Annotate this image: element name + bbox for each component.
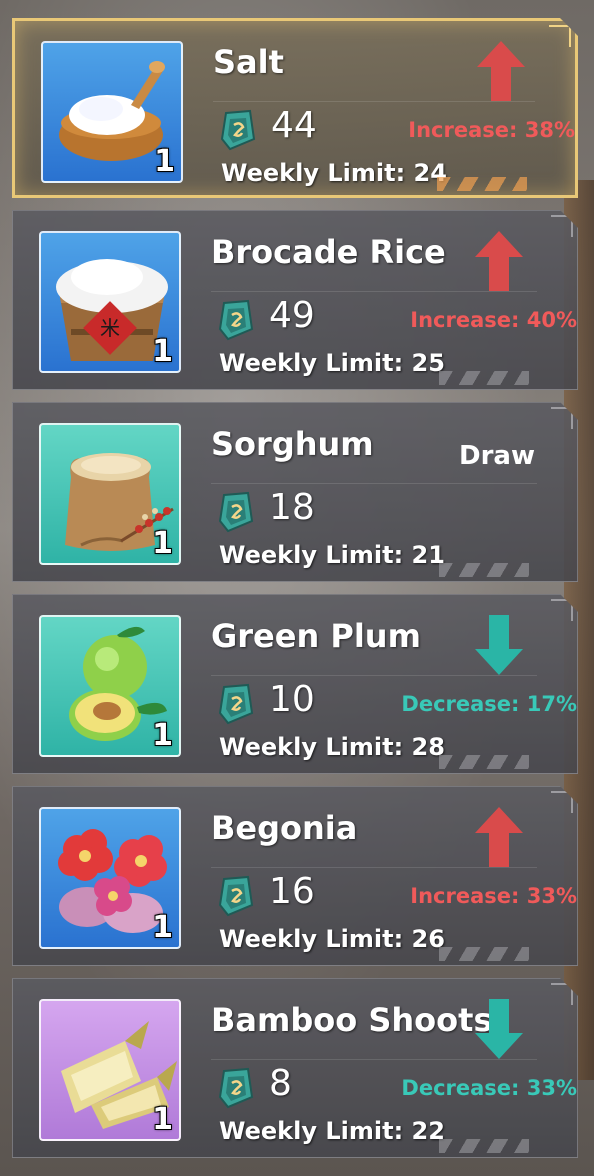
item-price: 49	[269, 295, 315, 336]
price-trend-text: Decrease: 17%	[401, 692, 577, 716]
corner-notch	[551, 983, 573, 1005]
weekly-limit: Weekly Limit: 22	[219, 1117, 445, 1145]
goods-card-bamboo-shoots[interactable]: 1 Bamboo Shoots 8 Weekly Limit: 22 Decre…	[12, 978, 578, 1158]
decorative-stripes	[439, 563, 529, 577]
decorative-stripes	[439, 1139, 529, 1153]
item-name: Sorghum	[211, 425, 374, 463]
corner-notch	[549, 25, 571, 47]
item-price: 18	[269, 487, 315, 528]
decorative-stripes	[439, 947, 529, 961]
item-quantity: 1	[152, 526, 173, 561]
corner-notch	[551, 215, 573, 237]
item-thumbnail: 1	[39, 615, 181, 757]
decorative-stripes	[439, 371, 529, 385]
decorative-stripes	[439, 755, 529, 769]
goods-card-sorghum[interactable]: 1 Sorghum 18 Weekly Limit: 21 Draw	[12, 402, 578, 582]
item-thumbnail: 米 1	[39, 231, 181, 373]
divider	[211, 483, 537, 484]
corner-notch	[551, 407, 573, 429]
goods-card-green-plum[interactable]: 1 Green Plum 10 Weekly Limit: 28 Decreas…	[12, 594, 578, 774]
item-thumbnail: 1	[39, 999, 181, 1141]
item-quantity: 1	[154, 144, 175, 179]
item-name: Bamboo Shoots	[211, 1001, 493, 1039]
item-quantity: 1	[152, 1102, 173, 1137]
trade-goods-list: 1 Salt 44 Weekly Limit: 24 Increase: 38%	[0, 0, 594, 1176]
svg-text:米: 米	[100, 316, 120, 340]
ticket-coin-icon	[218, 299, 254, 341]
weekly-limit: Weekly Limit: 26	[219, 925, 445, 953]
price-trend-text: Increase: 38%	[408, 118, 575, 142]
item-price: 44	[271, 105, 317, 146]
ticket-coin-icon	[220, 109, 256, 151]
corner-notch	[551, 599, 573, 621]
weekly-limit: Weekly Limit: 21	[219, 541, 445, 569]
item-price: 10	[269, 679, 315, 720]
price-trend-text: Decrease: 33%	[401, 1076, 577, 1100]
ticket-coin-icon	[218, 683, 254, 725]
item-thumbnail: 1	[39, 807, 181, 949]
goods-card-salt[interactable]: 1 Salt 44 Weekly Limit: 24 Increase: 38%	[12, 18, 578, 198]
price-trend-text: Increase: 40%	[410, 308, 577, 332]
corner-notch	[551, 791, 573, 813]
item-price: 8	[269, 1063, 292, 1104]
goods-card-begonia[interactable]: 1 Begonia 16 Weekly Limit: 26 Increase: …	[12, 786, 578, 966]
item-name: Brocade Rice	[211, 233, 446, 271]
goods-card-brocade-rice[interactable]: 米 1 Brocade Rice 49 Weekly Limit: 25 Inc…	[12, 210, 578, 390]
weekly-limit: Weekly Limit: 24	[221, 159, 447, 187]
item-price: 16	[269, 871, 315, 912]
item-thumbnail: 1	[39, 423, 181, 565]
decorative-stripes	[437, 177, 527, 191]
item-quantity: 1	[152, 334, 173, 369]
item-quantity: 1	[152, 910, 173, 945]
weekly-limit: Weekly Limit: 28	[219, 733, 445, 761]
arrow-down-icon	[475, 999, 523, 1059]
weekly-limit: Weekly Limit: 25	[219, 349, 445, 377]
item-name: Green Plum	[211, 617, 421, 655]
item-name: Begonia	[211, 809, 358, 847]
item-thumbnail: 1	[41, 41, 183, 183]
item-quantity: 1	[152, 718, 173, 753]
arrow-up-icon	[477, 41, 525, 101]
arrow-up-icon	[475, 807, 523, 867]
ticket-coin-icon	[218, 1067, 254, 1109]
arrow-up-icon	[475, 231, 523, 291]
ticket-coin-icon	[218, 491, 254, 533]
ticket-coin-icon	[218, 875, 254, 917]
item-name: Salt	[213, 43, 284, 81]
price-trend-text: Increase: 33%	[410, 884, 577, 908]
arrow-down-icon	[475, 615, 523, 675]
price-trend-text: Draw	[459, 441, 535, 471]
